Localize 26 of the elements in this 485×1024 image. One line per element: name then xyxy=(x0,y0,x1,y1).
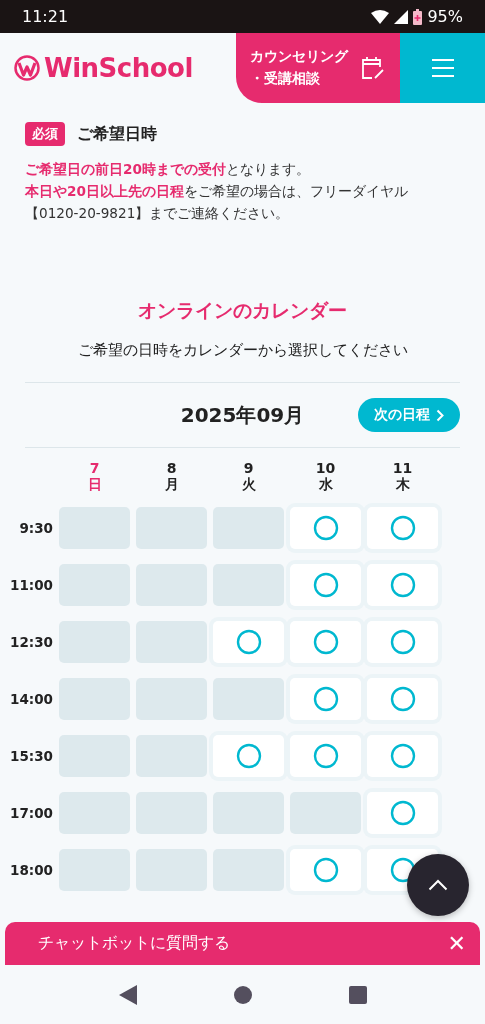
time-label: 11:00 xyxy=(9,576,53,595)
time-label: 17:00 xyxy=(9,804,53,823)
battery-level: 95% xyxy=(427,7,463,26)
month-label: 2025年09月 xyxy=(180,401,305,429)
counseling-button[interactable]: カウンセリング ・受講相談 xyxy=(236,33,400,103)
next-schedule-button[interactable]: 次の日程 xyxy=(358,398,460,432)
calendar-instruction: ご希望の日時をカレンダーから選択してください xyxy=(76,341,409,360)
required-badge: 必須 xyxy=(25,122,65,146)
time-label: 15:30 xyxy=(9,747,53,766)
field-label: ご希望日時 xyxy=(77,123,157,145)
clock-time: 11:21 xyxy=(22,7,69,26)
chatbot-label[interactable]: チャットボットに質問する xyxy=(38,933,448,954)
time-label: 18:00 xyxy=(9,861,53,880)
day-header: 8 月 xyxy=(163,460,180,492)
time-label: 12:30 xyxy=(9,633,53,652)
notice-text: 本日や20日以上先の日程をご希望の場合は、フリーダイヤル【0120-20-9821】までご連絡ください。 xyxy=(25,182,409,223)
calendar-title: オンラインのカレンダー xyxy=(137,299,348,323)
day-header: 9 火 xyxy=(240,460,257,492)
close-button[interactable]: ✕ xyxy=(447,931,466,956)
time-label: 14:00 xyxy=(9,690,53,709)
notice-text: ご希望日の前日20時までの受付となります。 xyxy=(25,160,311,179)
time-label: 9:30 xyxy=(18,519,53,538)
day-header: 7 日 xyxy=(86,460,103,492)
day-header: 11 木 xyxy=(391,460,414,492)
logo-text: WinSchool xyxy=(44,53,193,83)
day-header: 10 水 xyxy=(314,460,337,492)
